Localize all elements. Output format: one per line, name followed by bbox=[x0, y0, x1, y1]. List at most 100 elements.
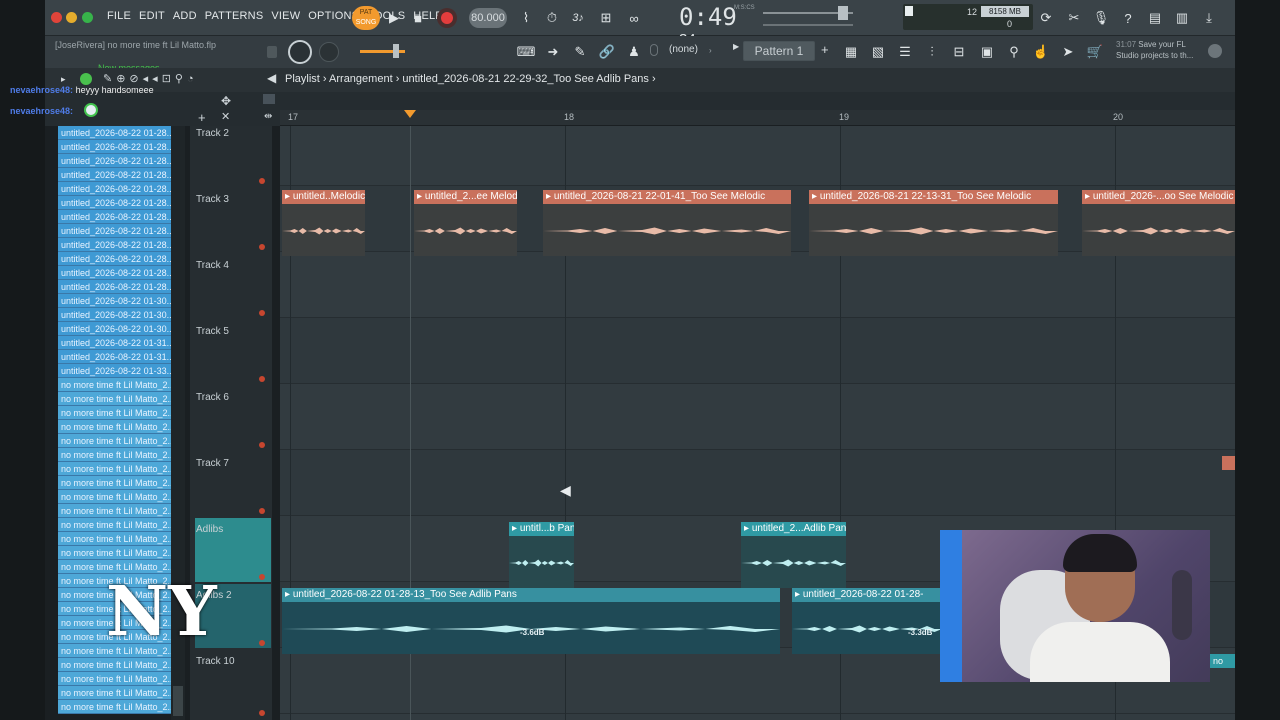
remove-track-icon[interactable]: ✕ bbox=[221, 110, 230, 123]
pattern-prev-icon[interactable]: ▶ bbox=[733, 42, 739, 51]
shop-icon[interactable]: 🛒 bbox=[1084, 41, 1106, 63]
close-window-button[interactable] bbox=[51, 12, 62, 23]
audio-clip[interactable]: ▸ untitled_2...Adlib Pans bbox=[741, 522, 846, 588]
clip-title[interactable]: ▸ untitled_2026-08-21 22-13-31_Too See M… bbox=[809, 190, 1058, 204]
zoom-horizontal-icon[interactable]: ⇹ bbox=[264, 111, 272, 122]
browser-item[interactable]: untitled_2026-08-22 01-31... bbox=[58, 350, 171, 364]
track-lane[interactable] bbox=[280, 126, 1235, 186]
clip-body[interactable] bbox=[1082, 204, 1235, 256]
clip-edge[interactable] bbox=[1222, 456, 1235, 470]
track-mute-icon[interactable] bbox=[259, 574, 265, 580]
save-icon[interactable]: ▤ bbox=[1144, 7, 1166, 29]
clip-title[interactable]: ▸ untitled_2026-08-22 01-28- bbox=[792, 588, 942, 602]
browser-item[interactable]: untitled_2026-08-22 01-31... bbox=[58, 336, 171, 350]
browser-item[interactable]: untitled_2026-08-22 01-28... bbox=[58, 252, 171, 266]
main-knob[interactable] bbox=[288, 40, 312, 64]
plugin-picker-icon[interactable]: ⚲ bbox=[1003, 41, 1025, 63]
microphone-icon[interactable]: 🎙 bbox=[1090, 7, 1112, 29]
arrow-right-icon[interactable]: ➜ bbox=[542, 41, 564, 63]
clip-body[interactable] bbox=[809, 204, 1058, 256]
browser-item[interactable]: no more time ft Lil Matto_2... bbox=[58, 658, 171, 672]
browser-item[interactable]: untitled_2026-08-22 01-28... bbox=[58, 154, 171, 168]
move-icon[interactable]: ✥ bbox=[221, 94, 231, 108]
track-mute-icon[interactable] bbox=[259, 244, 265, 250]
menu-file[interactable]: FILE bbox=[107, 10, 131, 22]
browser-item[interactable]: no more time ft Lil Matto_2... bbox=[58, 546, 171, 560]
track-lane[interactable] bbox=[280, 384, 1235, 450]
help-icon[interactable]: ? bbox=[1117, 7, 1139, 29]
browser-item[interactable]: untitled_2026-08-22 01-28... bbox=[58, 238, 171, 252]
swing-slider-handle[interactable] bbox=[393, 44, 399, 58]
track-name[interactable]: Track 5 bbox=[196, 326, 229, 337]
audio-clip[interactable]: ▸ untitled_2026-08-22 01-28- -3.3dB bbox=[792, 588, 942, 654]
track-name[interactable]: Track 2 bbox=[196, 128, 229, 139]
clip-title[interactable]: ▸ untitled_2...ee Melodic bbox=[414, 190, 517, 204]
browser-item[interactable]: untitled_2026-08-22 01-28... bbox=[58, 266, 171, 280]
browser-item[interactable]: no more time ft Lil Matto_2... bbox=[58, 448, 171, 462]
send-icon[interactable]: ➤ bbox=[1057, 41, 1079, 63]
snap-none-label[interactable]: (none) bbox=[669, 44, 698, 55]
browser-item[interactable]: no more time ft Lil Matto_2... bbox=[58, 378, 171, 392]
track-mute-icon[interactable] bbox=[259, 640, 265, 646]
browser-item[interactable]: no more time ft Lil Matto_2... bbox=[58, 532, 171, 546]
wait-input-icon[interactable]: ⏱ bbox=[541, 7, 563, 29]
pat-song-toggle[interactable]: PAT SONG bbox=[352, 6, 380, 30]
pattern-selector[interactable]: Pattern 1 bbox=[743, 41, 815, 61]
clip-title[interactable]: ▸ untitled_2026-08-21 22-01-41_Too See M… bbox=[543, 190, 791, 204]
audio-clip[interactable]: ▸ untitled_2026-08-22 01-28-13_Too See A… bbox=[282, 588, 780, 654]
time-display[interactable]: 0:49 34 M:S:CS bbox=[679, 3, 755, 48]
piano-keyboard-icon[interactable]: ⌨ bbox=[515, 41, 537, 63]
track-mute-icon[interactable] bbox=[259, 710, 265, 716]
audio-clip[interactable]: ▸ untitl...b Pans bbox=[509, 522, 574, 588]
channel-rack-icon[interactable]: ▧ bbox=[867, 41, 889, 63]
clip-title[interactable]: ▸ untitled_2...Adlib Pans bbox=[741, 522, 846, 536]
browser-item[interactable]: no more time ft Lil Matto_2... bbox=[58, 462, 171, 476]
loop-record-icon[interactable]: ∞ bbox=[623, 7, 645, 29]
browser-item[interactable]: no more time ft Lil Matto_2... bbox=[58, 518, 171, 532]
browser-item[interactable]: no more time ft Lil Matto_2... bbox=[58, 686, 171, 700]
track-name[interactable]: Track 3 bbox=[196, 194, 229, 205]
browser-scroll-thumb[interactable] bbox=[173, 686, 183, 716]
track-lane[interactable] bbox=[280, 450, 1235, 516]
minimize-window-button[interactable] bbox=[66, 12, 77, 23]
track-lane[interactable] bbox=[280, 318, 1235, 384]
save-as-icon[interactable]: ▥ bbox=[1171, 7, 1193, 29]
tempo-display[interactable]: 80.000 bbox=[469, 8, 507, 28]
browser-item[interactable]: no more time ft Lil Matto_2... bbox=[58, 392, 171, 406]
stop-button[interactable]: ■ bbox=[407, 7, 429, 29]
browser-item[interactable]: no more time ft Lil Matto_2... bbox=[58, 406, 171, 420]
browser-item[interactable]: untitled_2026-08-22 01-33... bbox=[58, 364, 171, 378]
snap-arrow-icon[interactable]: › bbox=[709, 46, 712, 55]
mixer-icon[interactable]: ⫶ bbox=[921, 41, 943, 63]
news-panel[interactable]: 31:07 Save your FL Studio projects to th… bbox=[1116, 39, 1193, 61]
browser-item[interactable]: no more time ft Lil Matto_2... bbox=[58, 672, 171, 686]
add-track-icon[interactable]: + bbox=[198, 110, 206, 125]
browser-item[interactable]: no more time ft Lil Matto_2... bbox=[58, 490, 171, 504]
clip-body[interactable] bbox=[543, 204, 791, 256]
browser-item[interactable]: untitled_2026-08-22 01-28... bbox=[58, 126, 171, 140]
magnet-icon[interactable] bbox=[650, 44, 658, 56]
browser-item[interactable]: untitled_2026-08-22 01-28... bbox=[58, 210, 171, 224]
download-icon[interactable]: ⤓ bbox=[1198, 7, 1220, 29]
play-button[interactable]: ▶ bbox=[383, 7, 405, 29]
menu-edit[interactable]: EDIT bbox=[139, 10, 165, 22]
clip-body[interactable] bbox=[414, 204, 517, 256]
maximize-window-button[interactable] bbox=[82, 12, 93, 23]
track-name[interactable]: Adlibs bbox=[196, 524, 223, 535]
browser-item[interactable]: untitled_2026-08-22 01-28... bbox=[58, 280, 171, 294]
metronome-icon[interactable]: ⌇ bbox=[515, 7, 537, 29]
timeline-ruler[interactable]: 17 18 19 20 bbox=[280, 110, 1235, 126]
browser-item[interactable]: untitled_2026-08-22 01-28... bbox=[58, 140, 171, 154]
browser-icon[interactable]: ▣ bbox=[976, 41, 998, 63]
clip-title[interactable]: ▸ untitled..Melodic bbox=[282, 190, 365, 204]
piano-roll-icon[interactable]: ☰ bbox=[894, 41, 916, 63]
pitch-knob[interactable] bbox=[319, 42, 339, 62]
add-pattern-icon[interactable]: + bbox=[821, 42, 829, 57]
clip-title[interactable]: ▸ untitl...b Pans bbox=[509, 522, 574, 536]
clip-body[interactable] bbox=[509, 536, 574, 588]
clip-edge-name[interactable]: no bbox=[1210, 654, 1235, 668]
audio-clip[interactable]: ▸ untitled_2026-...oo See Melodic bbox=[1082, 190, 1235, 256]
audio-clip[interactable]: ▸ untitled..Melodic bbox=[282, 190, 365, 256]
browser-item[interactable]: untitled_2026-08-22 01-30... bbox=[58, 308, 171, 322]
clip-body[interactable] bbox=[282, 204, 365, 256]
